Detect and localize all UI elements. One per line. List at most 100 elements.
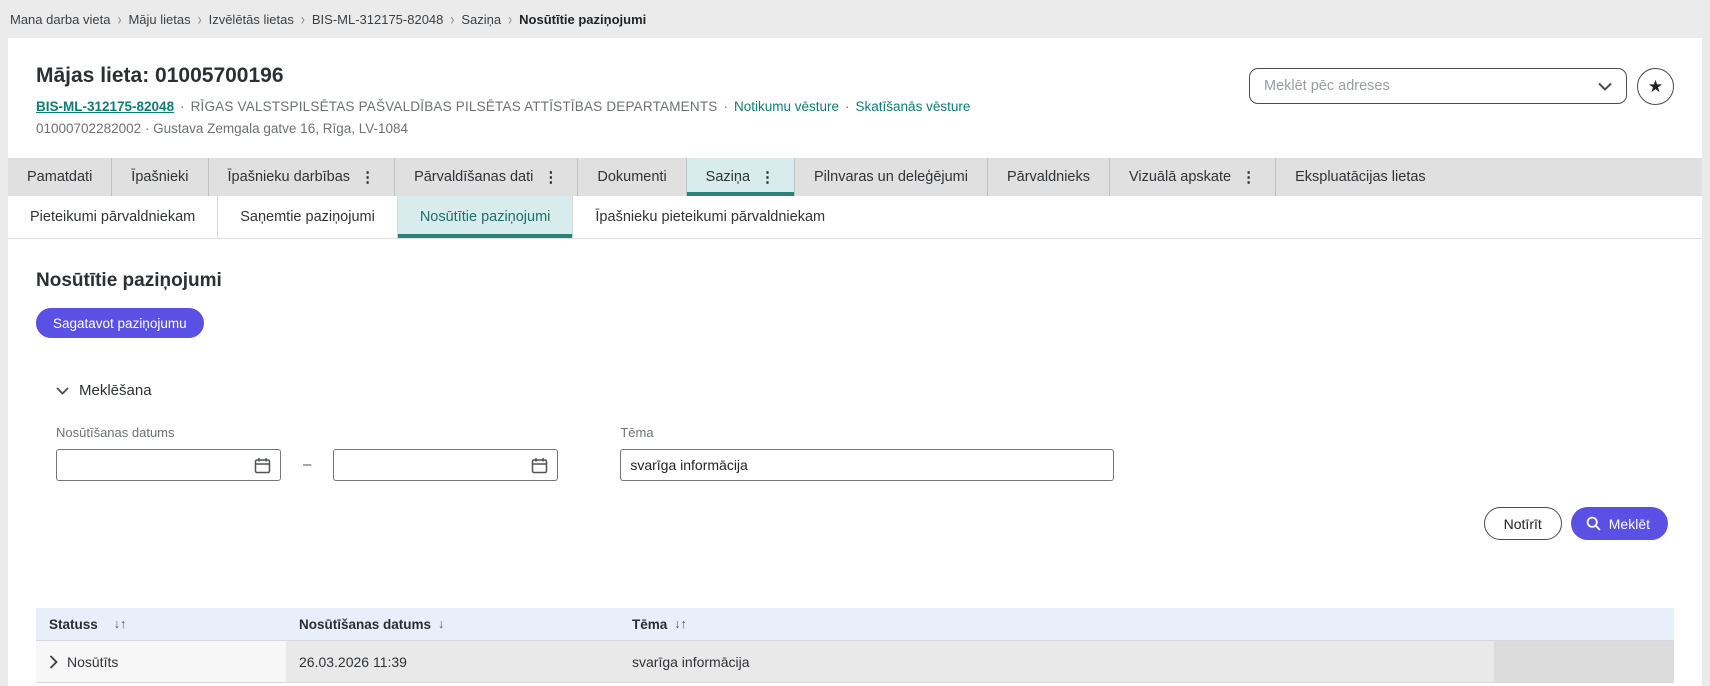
address-search-placeholder: Meklēt pēc adreses <box>1264 78 1390 94</box>
main-card: Mājas lieta: 01005700196 BIS-ML-312175-8… <box>8 38 1702 686</box>
address-search-select[interactable]: Meklēt pēc adreses <box>1249 68 1627 104</box>
chevron-down-icon <box>1598 82 1612 91</box>
prepare-notification-button[interactable]: Sagatavot paziņojumu <box>36 308 204 338</box>
theme-input[interactable] <box>630 457 1104 473</box>
star-icon: ★ <box>1648 77 1663 97</box>
department-name: RĪGAS VALSTSPILSĒTAS PAŠVALDĪBAS PILSĒTA… <box>191 99 718 114</box>
header-right: Meklēt pēc adreses ★ <box>1249 64 1674 136</box>
breadcrumb-item[interactable]: Mana darba vieta <box>10 12 110 27</box>
theme-field[interactable] <box>620 449 1114 481</box>
tab-ekspluat-cijas-lietas[interactable]: Ekspluatācijas lietas <box>1275 158 1445 196</box>
view-history-link[interactable]: Skatīšanās vēsture <box>856 99 971 114</box>
tab-label: Pārvaldnieks <box>1007 169 1090 185</box>
search-section-title: Meklēšana <box>79 382 152 399</box>
sort-arrows-icon[interactable]: ↓ <box>438 617 444 631</box>
tab-label: Pamatdati <box>27 169 92 185</box>
breadcrumb: Mana darba vieta › Māju lietas › Izvēlētās l… <box>0 0 1710 38</box>
date-field-label: Nosūtīšanas datums <box>56 425 558 440</box>
tab-label: Ekspluatācijas lietas <box>1295 169 1426 185</box>
column-label: Tēma <box>632 617 667 632</box>
clear-button[interactable]: Notīrīt <box>1484 507 1562 540</box>
meta-separator: · <box>180 99 185 114</box>
tab-label: Vizuālā apskate <box>1129 169 1231 185</box>
tab--pa-nieku-darb-bas[interactable]: Īpašnieku darbības ⋮ <box>208 158 395 196</box>
case-meta-line: BIS-ML-312175-82048 · RĪGAS VALSTSPILSĒT… <box>36 99 970 114</box>
tab-label: Īpašnieki <box>131 169 188 185</box>
table-header-row: Statuss ↓↑ Nosūtīšanas datums ↓ Tēma ↓↑ <box>36 608 1674 641</box>
tab-vizu-l-apskate[interactable]: Vizuālā apskate ⋮ <box>1109 158 1275 196</box>
tab-p-rvaldnieks[interactable]: Pārvaldnieks <box>987 158 1109 196</box>
event-history-link[interactable]: Notikumu vēsture <box>734 99 839 114</box>
column-label: Nosūtīšanas datums <box>299 617 431 632</box>
calendar-icon[interactable] <box>254 457 271 474</box>
subtab-pieteikumi-p-rvaldniekam[interactable]: Pieteikumi pārvaldniekam <box>8 196 217 238</box>
subtab-nos-t-tie-pazi-ojumi[interactable]: Nosūtītie paziņojumi <box>397 196 573 238</box>
section-title: Nosūtītie paziņojumi <box>36 270 1674 292</box>
search-fields: Nosūtīšanas datums – <box>56 425 1674 481</box>
theme-field-label: Tēma <box>620 425 1114 440</box>
date-range-separator: – <box>303 456 311 473</box>
breadcrumb-item[interactable]: Māju lietas <box>128 12 190 27</box>
tab-label: Īpašnieku darbības <box>228 169 351 185</box>
breadcrumb-separator-icon: › <box>450 10 454 29</box>
breadcrumb-item[interactable]: Saziņa <box>461 12 501 27</box>
date-from-field[interactable] <box>56 449 281 481</box>
tab-pilnvaras-un-dele-jumi[interactable]: Pilnvaras un deleģējumi <box>794 158 987 196</box>
date-from-input[interactable] <box>66 457 236 473</box>
row-tail-cell <box>1494 641 1674 682</box>
subtab-sa-emtie-pazi-ojumi[interactable]: Saņemtie paziņojumi <box>217 196 397 238</box>
search-button-label: Meklēt <box>1609 516 1650 532</box>
search-section-toggle[interactable]: Meklēšana <box>56 382 152 399</box>
tab--pa-nieki[interactable]: Īpašnieki <box>111 158 207 196</box>
theme-cell: svarīga informācija <box>619 641 1494 682</box>
calendar-icon[interactable] <box>531 457 548 474</box>
favorite-star-button[interactable]: ★ <box>1637 68 1674 105</box>
date-to-field[interactable] <box>333 449 558 481</box>
meta-separator: · <box>845 99 850 114</box>
sub-tab-bar: Pieteikumi pārvaldniekamSaņemtie paziņoj… <box>8 196 1702 239</box>
breadcrumb-current: Nosūtītie paziņojumi <box>519 12 646 27</box>
table-row[interactable]: Nosūtīts26.03.2026 11:39svarīga informāc… <box>36 641 1674 683</box>
search-actions: Notīrīt Meklēt <box>36 507 1674 540</box>
column-label: Statuss <box>49 617 98 632</box>
kebab-menu-icon[interactable]: ⋮ <box>760 168 775 186</box>
column-header[interactable]: Nosūtīšanas datums ↓ <box>286 617 619 632</box>
header-left: Mājas lieta: 01005700196 BIS-ML-312175-8… <box>36 64 970 136</box>
breadcrumb-separator-icon: › <box>117 10 121 29</box>
kebab-menu-icon[interactable]: ⋮ <box>360 168 375 186</box>
tab-label: Pilnvaras un deleģējumi <box>814 169 968 185</box>
chevron-down-icon <box>56 387 69 395</box>
breadcrumb-separator-icon: › <box>301 10 305 29</box>
main-tab-bar: PamatdatiĪpašniekiĪpašnieku darbības⋮Pār… <box>8 158 1702 196</box>
expand-chevron-icon[interactable] <box>49 655 58 669</box>
search-icon <box>1586 516 1601 531</box>
notifications-table: Statuss ↓↑ Nosūtīšanas datums ↓ Tēma ↓↑ Nosūtī… <box>36 608 1674 683</box>
status-cell[interactable]: Nosūtīts <box>36 641 286 682</box>
column-header[interactable]: Tēma ↓↑ <box>619 617 1494 632</box>
cadastre-address-line: 01000702282002 · Gustava Zemgala gatve 1… <box>36 121 970 136</box>
tab-label: Pārvaldīšanas dati <box>414 169 533 185</box>
tab-dokumenti[interactable]: Dokumenti <box>577 158 685 196</box>
date-to-input[interactable] <box>343 457 513 473</box>
sort-arrows-icon[interactable]: ↓↑ <box>114 617 127 631</box>
page-header: Mājas lieta: 01005700196 BIS-ML-312175-8… <box>8 38 1702 136</box>
kebab-menu-icon[interactable]: ⋮ <box>543 168 558 186</box>
column-header[interactable]: Statuss ↓↑ <box>36 617 286 632</box>
tab-pamatdati[interactable]: Pamatdati <box>8 158 111 196</box>
date-range-group: Nosūtīšanas datums – <box>56 425 558 481</box>
kebab-menu-icon[interactable]: ⋮ <box>1241 168 1256 186</box>
page-title: Mājas lieta: 01005700196 <box>36 64 970 88</box>
date-cell: 26.03.2026 11:39 <box>286 641 619 682</box>
tab-label: Dokumenti <box>597 169 666 185</box>
tab-sazi-a[interactable]: Saziņa⋮ <box>686 158 794 196</box>
meta-separator: · <box>723 99 728 114</box>
tab-content: Nosūtītie paziņojumi Sagatavot paziņojum… <box>8 270 1702 683</box>
sort-arrows-icon[interactable]: ↓↑ <box>674 617 687 631</box>
breadcrumb-item[interactable]: BIS-ML-312175-82048 <box>312 12 444 27</box>
breadcrumb-separator-icon: › <box>198 10 202 29</box>
search-button[interactable]: Meklēt <box>1571 507 1668 540</box>
tab-p-rvald-anas-dati[interactable]: Pārvaldīšanas dati ⋮ <box>394 158 577 196</box>
case-number-link[interactable]: BIS-ML-312175-82048 <box>36 99 174 114</box>
breadcrumb-item[interactable]: Izvēlētās lietas <box>209 12 294 27</box>
subtab--pa-nieku-pieteikumi-p-rvaldniekam[interactable]: Īpašnieku pieteikumi pārvaldniekam <box>572 196 847 238</box>
